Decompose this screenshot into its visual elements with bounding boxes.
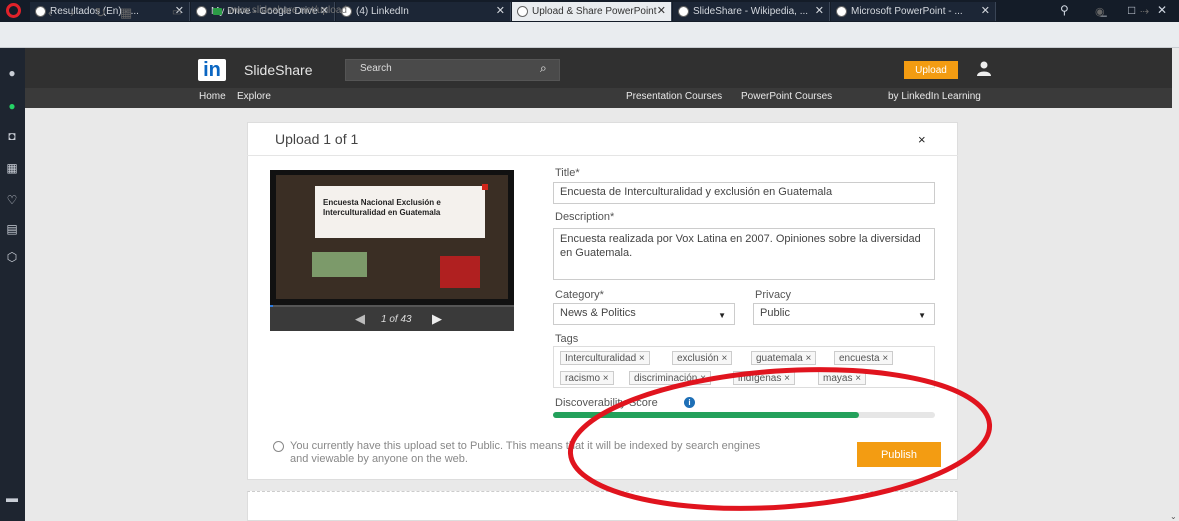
annotation-overlay xyxy=(567,367,993,511)
red-annotation-ellipse xyxy=(567,367,993,511)
